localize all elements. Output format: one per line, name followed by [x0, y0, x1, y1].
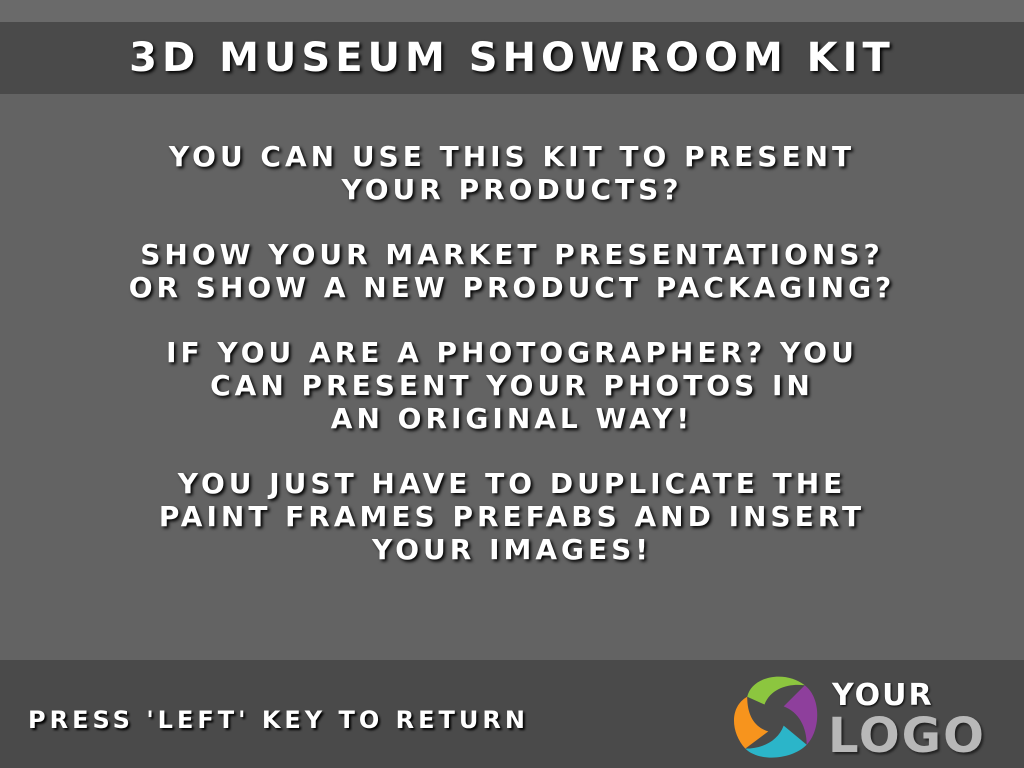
info-line: YOUR IMAGES! [371, 533, 653, 566]
logo-swirl-icon [733, 676, 818, 758]
info-paragraph-2: SHOW YOUR MARKET PRESENTATIONS? OR SHOW … [0, 238, 1024, 304]
info-text: YOU CAN USE THIS KIT TO PRESENT YOUR PRO… [0, 140, 1024, 598]
info-line: YOU CAN USE THIS KIT TO PRESENT [168, 140, 856, 173]
info-line: AN ORIGINAL WAY! [330, 402, 694, 435]
return-hint: PRESS 'LEFT' KEY TO RETURN [28, 706, 529, 734]
info-paragraph-4: YOU JUST HAVE TO DUPLICATE THE PAINT FRA… [0, 467, 1024, 566]
top-strip [0, 0, 1024, 22]
info-line: OR SHOW A NEW PRODUCT PACKAGING? [128, 271, 896, 304]
page-title: 3D MUSEUM SHOWROOM KIT [129, 35, 895, 81]
title-bar: 3D MUSEUM SHOWROOM KIT [0, 22, 1024, 94]
info-line: IF YOU ARE A PHOTOGRAPHER? YOU [166, 336, 858, 369]
logo-text-bottom: LOGO [828, 708, 986, 764]
logo: YOUR LOGO [728, 668, 1018, 764]
info-line: CAN PRESENT YOUR PHOTOS IN [210, 369, 814, 402]
info-line: YOU JUST HAVE TO DUPLICATE THE [177, 467, 847, 500]
info-paragraph-3: IF YOU ARE A PHOTOGRAPHER? YOU CAN PRESE… [0, 336, 1024, 435]
info-line: SHOW YOUR MARKET PRESENTATIONS? [140, 238, 884, 271]
footer-bar: PRESS 'LEFT' KEY TO RETURN YOUR LOGO [0, 660, 1024, 768]
info-line: PAINT FRAMES PREFABS AND INSERT [158, 500, 866, 533]
info-line: YOUR PRODUCTS? [341, 173, 683, 206]
info-paragraph-1: YOU CAN USE THIS KIT TO PRESENT YOUR PRO… [0, 140, 1024, 206]
